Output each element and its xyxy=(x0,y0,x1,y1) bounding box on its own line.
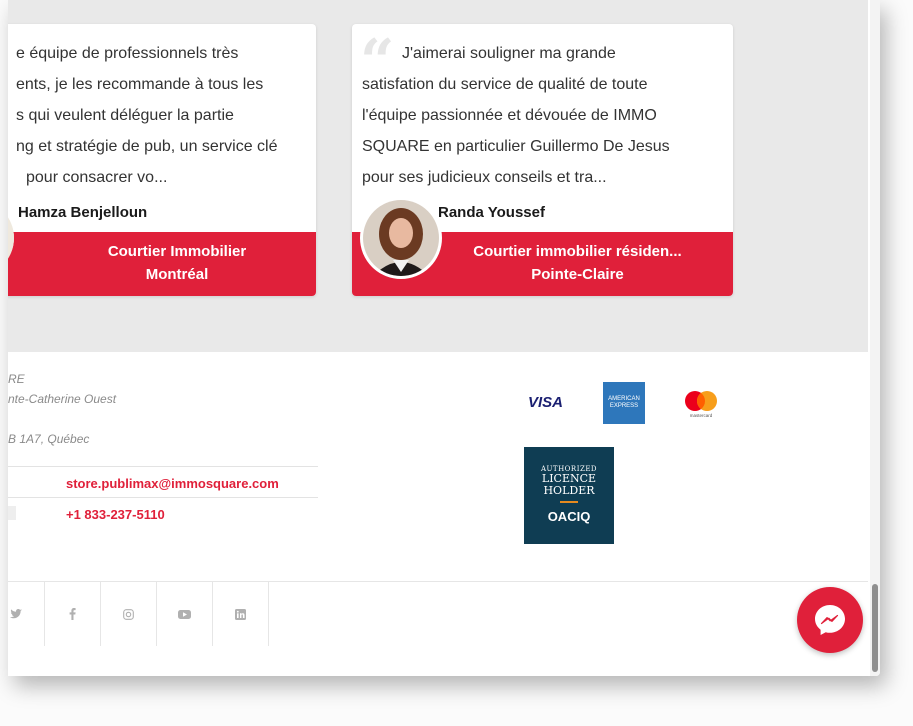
messenger-icon xyxy=(815,605,845,635)
visa-logo: VISA xyxy=(528,394,564,411)
divider xyxy=(8,497,318,498)
instagram-icon[interactable] xyxy=(100,582,157,646)
author-city: Montréal xyxy=(145,266,209,283)
testimonial-line: s qui veulent déléguer la partie xyxy=(16,107,234,124)
address-line: B 1A7, Québec xyxy=(8,432,90,446)
testimonial-line: pour ses judicieux conseils et tra... xyxy=(362,169,607,186)
testimonial-line: e équipe de professionnels très xyxy=(16,45,239,62)
amex-logo-text: AMERICAN EXPRESS xyxy=(608,396,640,409)
phone-icon xyxy=(8,506,16,520)
testimonial-line: pour consacrer vo... xyxy=(26,169,168,186)
twitter-icon[interactable] xyxy=(8,582,45,646)
testimonial-line: ng et stratégie de pub, un service clé xyxy=(16,138,278,155)
testimonial-line: SQUARE en particulier Guillermo De Jesus xyxy=(362,138,670,155)
testimonial-card: “ J'aimerai souligner ma grande satisfat… xyxy=(352,24,733,296)
scrollbar[interactable] xyxy=(870,0,880,676)
facebook-icon[interactable] xyxy=(44,582,101,646)
social-bar xyxy=(8,581,868,646)
author-name: Randa Youssef xyxy=(438,204,545,221)
scrollbar-thumb[interactable] xyxy=(872,584,878,672)
amex-logo: AMERICAN EXPRESS xyxy=(603,382,645,424)
author-city: Pointe-Claire xyxy=(531,266,624,283)
messenger-chat-button[interactable] xyxy=(797,587,863,653)
linkedin-icon[interactable] xyxy=(212,582,269,646)
author-role: Courtier immobilier résiden... xyxy=(473,243,682,260)
author-role-banner: Courtier Immobilier Montréal xyxy=(8,232,316,296)
author-role: Courtier Immobilier xyxy=(107,243,247,260)
email-link[interactable]: store.publimax@immosquare.com xyxy=(66,476,279,491)
testimonial-line: ents, je les recommande à tous les xyxy=(16,76,264,93)
oaciq-holder: HOLDER xyxy=(543,484,595,497)
testimonials-section: e équipe de professionnels très ents, je… xyxy=(8,0,868,352)
oaciq-rule xyxy=(560,501,578,503)
mastercard-logo-text: mastercard xyxy=(690,413,713,418)
mastercard-logo: mastercard xyxy=(682,389,720,419)
testimonial-text: e équipe de professionnels très ents, je… xyxy=(8,38,316,193)
divider xyxy=(8,466,318,467)
address-line: nte-Catherine Ouest xyxy=(8,392,117,406)
author-avatar xyxy=(360,197,442,279)
testimonial-text: J'aimerai souligner ma grande satisfatio… xyxy=(352,38,733,193)
oaciq-badge: AUTHORIZED LICENCE HOLDER OACIQ xyxy=(524,447,614,544)
testimonial-line: satisfation du service de qualité de tou… xyxy=(362,76,648,93)
address-line: RE xyxy=(8,372,25,386)
testimonial-card: e équipe de professionnels très ents, je… xyxy=(8,24,316,296)
youtube-icon[interactable] xyxy=(156,582,213,646)
testimonial-line: J'aimerai souligner ma grande xyxy=(402,45,616,62)
oaciq-brand: OACIQ xyxy=(547,509,591,524)
browser-window: e équipe de professionnels très ents, je… xyxy=(8,0,880,676)
author-name: Hamza Benjelloun xyxy=(18,204,148,221)
testimonial-line: l'équipe passionnée et dévouée de IMMO xyxy=(362,107,657,124)
phone-link[interactable]: +1 833-237-5110 xyxy=(66,507,165,522)
